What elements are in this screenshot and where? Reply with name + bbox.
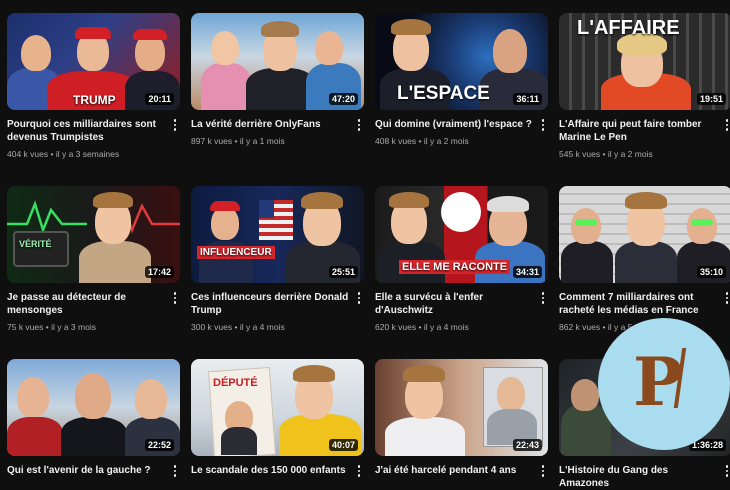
video-thumbnail[interactable]: 22:43 <box>375 359 548 456</box>
flag-emblem-icon <box>441 192 481 232</box>
video-age: il y a 4 mois <box>423 322 469 332</box>
video-card[interactable]: L'ESPACE 36:11 Qui domine (vraiment) l'e… <box>375 13 548 146</box>
video-duration: 25:51 <box>328 266 358 278</box>
video-duration: 47:20 <box>328 93 358 105</box>
video-thumbnail[interactable]: 35:10 <box>559 186 730 283</box>
video-thumbnail[interactable]: ELLE ME RACONTE 34:31 <box>375 186 548 283</box>
channel-logo: P <box>598 318 730 450</box>
video-title[interactable]: Ces influenceurs derrière Donald Trump <box>191 291 350 317</box>
video-card[interactable]: 22:43 J'ai été harcelé pendant 4 ans <box>375 359 548 477</box>
video-thumbnail[interactable]: 47:20 <box>191 13 364 110</box>
video-duration: 22:43 <box>512 439 542 451</box>
more-vert-icon[interactable] <box>538 118 548 132</box>
video-title[interactable]: L'Histoire du Gang des Amazones <box>559 464 718 490</box>
thumbnail-overlay-text: VÉRITÉ <box>19 239 52 249</box>
video-card[interactable]: TRUMP 20:11 Pourquoi ces milliardaires s… <box>7 13 180 159</box>
video-thumbnail[interactable]: TRUMP 20:11 <box>7 13 180 110</box>
thumbnail-overlay-text: INFLUENCEUR <box>197 246 275 259</box>
video-title[interactable]: Comment 7 milliardaires ont racheté les … <box>559 291 718 317</box>
more-vert-icon[interactable] <box>722 118 730 132</box>
video-views: 620 k vues <box>375 322 417 332</box>
video-card[interactable]: 22:52 Qui est l'avenir de la gauche ? <box>7 359 180 477</box>
video-age: il y a 3 mois <box>51 322 96 332</box>
more-vert-icon[interactable] <box>354 464 364 478</box>
video-duration: 40:07 <box>328 439 358 451</box>
video-card[interactable]: ELLE ME RACONTE 34:31 Elle a survécu à l… <box>375 186 548 332</box>
video-stats: 408 k vues • il y a 2 mois <box>375 136 469 146</box>
video-duration: 22:52 <box>144 439 174 451</box>
video-views: 545 k vues <box>559 149 601 159</box>
video-thumbnail[interactable]: INFLUENCEUR 25:51 <box>191 186 364 283</box>
more-vert-icon[interactable] <box>354 118 364 132</box>
thumbnail-overlay-text: ELLE ME RACONTE <box>399 260 511 274</box>
video-stats: 75 k vues • il y a 3 mois <box>7 322 96 332</box>
video-thumbnail[interactable]: DÉPUTÉ 40:07 <box>191 359 364 456</box>
video-age: il y a 2 mois <box>423 136 469 146</box>
video-card[interactable]: VÉRITÉ 17:42 Je passe au détecteur de me… <box>7 186 180 332</box>
video-age: il y a 3 semaines <box>55 149 120 159</box>
thumbnail-overlay-text: DÉPUTÉ <box>213 377 258 389</box>
video-views: 404 k vues <box>7 149 49 159</box>
more-vert-icon[interactable] <box>722 291 730 305</box>
video-thumbnail[interactable]: L'ESPACE 36:11 <box>375 13 548 110</box>
video-title[interactable]: Le scandale des 150 000 enfants <box>191 464 350 477</box>
video-views: 300 k vues <box>191 322 233 332</box>
thumbnail-overlay-text: TRUMP <box>73 93 116 107</box>
video-stats: 404 k vues • il y a 3 semaines <box>7 149 120 159</box>
video-title[interactable]: L'Affaire qui peut faire tomber Marine L… <box>559 118 718 144</box>
video-views: 862 k vues <box>559 322 601 332</box>
video-title[interactable]: Elle a survécu à l'enfer d'Auschwitz <box>375 291 534 317</box>
more-vert-icon[interactable] <box>538 464 548 478</box>
thumbnail-overlay-text: L'ESPACE <box>397 83 490 104</box>
video-stats: 897 k vues • il y a 1 mois <box>191 136 285 146</box>
more-vert-icon[interactable] <box>170 464 180 478</box>
channel-logo-letter: P <box>633 343 683 421</box>
video-thumbnail[interactable]: L'AFFAIRE 19:51 <box>559 13 730 110</box>
video-thumbnail[interactable]: VÉRITÉ 17:42 <box>7 186 180 283</box>
video-card[interactable]: DÉPUTÉ 40:07 Le scandale des 150 000 enf… <box>191 359 364 477</box>
video-duration: 20:11 <box>145 93 174 105</box>
video-title[interactable]: J'ai été harcelé pendant 4 ans <box>375 464 534 477</box>
video-title[interactable]: La vérité derrière OnlyFans <box>191 118 350 131</box>
more-vert-icon[interactable] <box>538 291 548 305</box>
video-stats: 545 k vues • il y a 2 mois <box>559 149 653 159</box>
video-duration: 35:10 <box>696 266 726 278</box>
video-duration: 34:31 <box>512 266 542 278</box>
video-duration: 36:11 <box>513 93 542 105</box>
video-views: 408 k vues <box>375 136 417 146</box>
video-age: il y a 2 mois <box>607 149 653 159</box>
more-vert-icon[interactable] <box>354 291 364 305</box>
video-title[interactable]: Qui est l'avenir de la gauche ? <box>7 464 166 477</box>
video-stats: 300 k vues • il y a 4 mois <box>191 322 285 332</box>
video-title[interactable]: Qui domine (vraiment) l'espace ? <box>375 118 534 131</box>
video-age: il y a 4 mois <box>239 322 285 332</box>
video-thumbnail[interactable]: 22:52 <box>7 359 180 456</box>
video-card[interactable]: 47:20 La vérité derrière OnlyFans 897 k … <box>191 13 364 146</box>
video-title[interactable]: Pourquoi ces milliardaires sont devenus … <box>7 118 166 144</box>
thumbnail-overlay-text: L'AFFAIRE <box>577 17 680 39</box>
video-card[interactable]: L'AFFAIRE 19:51 L'Affaire qui peut faire… <box>559 13 730 159</box>
video-views: 897 k vues <box>191 136 233 146</box>
video-duration: 17:42 <box>144 266 174 278</box>
video-title[interactable]: Je passe au détecteur de mensonges <box>7 291 166 317</box>
video-card[interactable]: INFLUENCEUR 25:51 Ces influenceurs derri… <box>191 186 364 332</box>
video-stats: 620 k vues • il y a 4 mois <box>375 322 469 332</box>
video-views: 75 k vues <box>7 322 44 332</box>
video-age: il y a 1 mois <box>239 136 285 146</box>
more-vert-icon[interactable] <box>170 118 180 132</box>
video-duration: 19:51 <box>696 93 726 105</box>
more-vert-icon[interactable] <box>170 291 180 305</box>
more-vert-icon[interactable] <box>722 464 730 478</box>
video-card[interactable]: 35:10 Comment 7 milliardaires ont rachet… <box>559 186 730 332</box>
